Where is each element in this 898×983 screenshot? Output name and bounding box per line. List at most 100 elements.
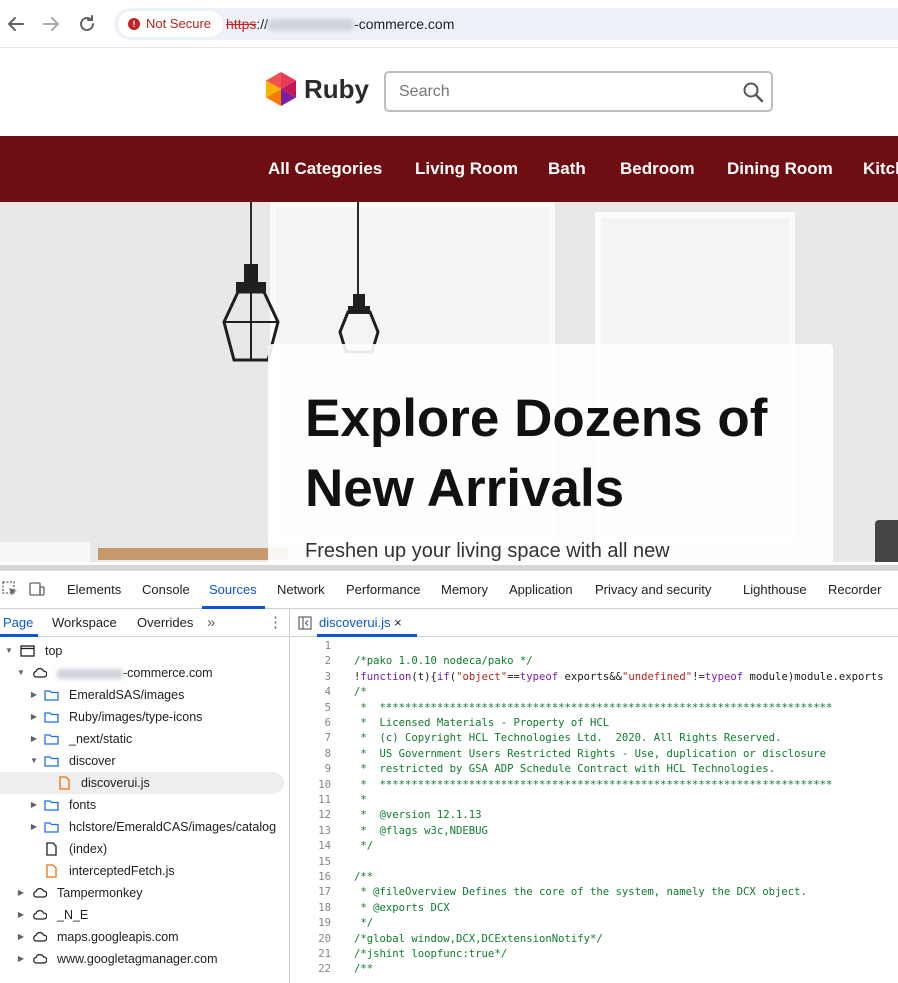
line-number[interactable]: 1 — [291, 639, 331, 654]
tree-item-folder[interactable]: ▼ discover — [0, 750, 290, 772]
tab-performance[interactable]: Performance — [346, 571, 420, 609]
tree-label: _N_E — [57, 908, 89, 922]
tree-label: Tampermonkey — [57, 886, 143, 900]
tab-privacy-security[interactable]: Privacy and security — [595, 571, 711, 609]
lamp-cord-2 — [357, 202, 359, 297]
inspect-element-icon[interactable] — [2, 581, 18, 597]
line-number[interactable]: 18 — [291, 901, 331, 916]
tree-item-file[interactable]: interceptedFetch.js — [0, 860, 290, 882]
expanded-arrow-icon: ▼ — [5, 646, 13, 655]
tab-network[interactable]: Network — [277, 571, 325, 609]
line-number[interactable]: 17 — [291, 885, 331, 900]
line-number[interactable]: 14 — [291, 839, 331, 854]
code-line: 9 * restricted by GSA ADP Schedule Contr… — [291, 762, 898, 777]
more-tabs-icon[interactable]: » — [207, 609, 215, 637]
close-tab-icon[interactable]: × — [394, 615, 402, 630]
line-source: !function(t){if("object"==typeof exports… — [354, 670, 884, 683]
line-number[interactable]: 4 — [291, 685, 331, 700]
folder-icon — [44, 734, 59, 745]
navigator-menu-icon[interactable]: ⋮ — [268, 609, 283, 637]
line-number[interactable]: 11 — [291, 793, 331, 808]
cloud-icon — [33, 668, 47, 678]
line-source: /** — [354, 963, 374, 976]
tree-label: www.googletagmanager.com — [57, 952, 218, 966]
line-number[interactable]: 6 — [291, 716, 331, 731]
tree-item-folder[interactable]: ▶ EmeraldSAS/images — [0, 684, 290, 706]
reload-icon[interactable] — [75, 12, 99, 36]
line-number[interactable]: 2 — [291, 654, 331, 669]
tab-workspace[interactable]: Workspace — [52, 609, 117, 637]
nav-bath[interactable]: Bath — [548, 136, 586, 202]
tree-item-host[interactable]: ▼ -commerce.com — [0, 662, 290, 684]
line-number[interactable]: 5 — [291, 701, 331, 716]
tree-item-folder[interactable]: ▶ Ruby/images/type-icons — [0, 706, 290, 728]
tab-memory[interactable]: Memory — [441, 571, 488, 609]
code-line: 8 * US Government Users Restricted Right… — [291, 747, 898, 762]
tree-item-host[interactable]: ▶ maps.googleapis.com — [0, 926, 290, 948]
site-header: Ruby — [0, 48, 898, 136]
address-bar[interactable]: ! Not Secure https:// -commerce.com — [114, 8, 898, 40]
code-line: 15 — [291, 855, 898, 870]
tree-item-folder[interactable]: ▶ hclstore/EmeraldCAS/images/catalog — [0, 816, 290, 838]
tree-item-host[interactable]: ▶ Tampermonkey — [0, 882, 290, 904]
forward-arrow-icon[interactable] — [39, 12, 63, 36]
editor-tab-discoverui[interactable]: discoverui.js × — [319, 609, 406, 637]
line-number[interactable]: 22 — [291, 962, 331, 977]
line-number[interactable]: 20 — [291, 932, 331, 947]
tab-elements[interactable]: Elements — [67, 571, 121, 609]
line-source: * restricted by GSA ADP Schedule Contrac… — [354, 763, 775, 776]
security-indicator[interactable]: ! Not Secure — [118, 11, 224, 37]
url-text[interactable]: https:// -commerce.com — [226, 8, 454, 40]
line-source: * Licensed Materials - Property of HCL — [354, 717, 610, 729]
tree-label: EmeraldSAS/images — [69, 688, 185, 702]
nav-bedroom[interactable]: Bedroom — [620, 136, 695, 202]
search-input[interactable] — [386, 73, 716, 110]
tab-application[interactable]: Application — [509, 571, 573, 609]
nav-living-room[interactable]: Living Room — [415, 136, 518, 202]
line-number[interactable]: 19 — [291, 916, 331, 931]
tree-item-host[interactable]: ▶ www.googletagmanager.com — [0, 948, 290, 970]
back-arrow-icon[interactable] — [4, 12, 28, 36]
collapsed-arrow-icon: ▶ — [30, 712, 38, 721]
line-number[interactable]: 12 — [291, 808, 331, 823]
tree-item-file-selected[interactable]: discoverui.js — [0, 772, 284, 794]
nav-dining-room[interactable]: Dining Room — [727, 136, 833, 202]
tree-item-file[interactable]: (index) — [0, 838, 290, 860]
code-line: 18 * @exports DCX — [291, 901, 898, 916]
tab-overrides[interactable]: Overrides — [137, 609, 193, 637]
tree-item-folder[interactable]: ▶ fonts — [0, 794, 290, 816]
tab-lighthouse[interactable]: Lighthouse — [743, 571, 807, 609]
line-number[interactable]: 15 — [291, 855, 331, 870]
line-number[interactable]: 7 — [291, 731, 331, 746]
search-icon[interactable] — [742, 81, 764, 103]
tab-recorder[interactable]: Recorder — [828, 571, 881, 609]
tab-console[interactable]: Console — [142, 571, 190, 609]
site-logo[interactable]: Ruby — [266, 72, 369, 106]
device-toolbar-icon[interactable] — [29, 581, 45, 597]
js-file-icon — [46, 864, 57, 878]
collapsed-arrow-icon: ▶ — [30, 800, 38, 809]
line-number[interactable]: 9 — [291, 762, 331, 777]
line-source: * **************************************… — [354, 701, 833, 714]
line-number[interactable]: 16 — [291, 870, 331, 885]
toggle-navigator-icon[interactable] — [298, 616, 312, 630]
tab-sources[interactable]: Sources — [209, 571, 257, 609]
tree-item-top[interactable]: ▼ top — [0, 640, 290, 662]
url-separator: :// — [256, 16, 269, 32]
line-number[interactable]: 21 — [291, 947, 331, 962]
line-number[interactable]: 8 — [291, 747, 331, 762]
line-number[interactable]: 13 — [291, 824, 331, 839]
hero-table — [98, 548, 288, 560]
sources-navigator: Page Workspace Overrides » ⋮ ▼ top ▼ -co… — [0, 609, 290, 983]
tree-item-host[interactable]: ▶ _N_E — [0, 904, 290, 926]
collapsed-arrow-icon: ▶ — [30, 690, 38, 699]
js-file-icon — [59, 776, 70, 790]
line-source: */ — [354, 917, 374, 930]
nav-kitchen[interactable]: Kitchen — [863, 136, 898, 202]
tree-item-folder[interactable]: ▶ _next/static — [0, 728, 290, 750]
nav-all-categories[interactable]: All Categories — [268, 136, 382, 202]
tab-page[interactable]: Page — [3, 609, 33, 637]
line-number[interactable]: 3 — [291, 670, 331, 685]
tree-label: (index) — [69, 842, 108, 856]
line-number[interactable]: 10 — [291, 778, 331, 793]
